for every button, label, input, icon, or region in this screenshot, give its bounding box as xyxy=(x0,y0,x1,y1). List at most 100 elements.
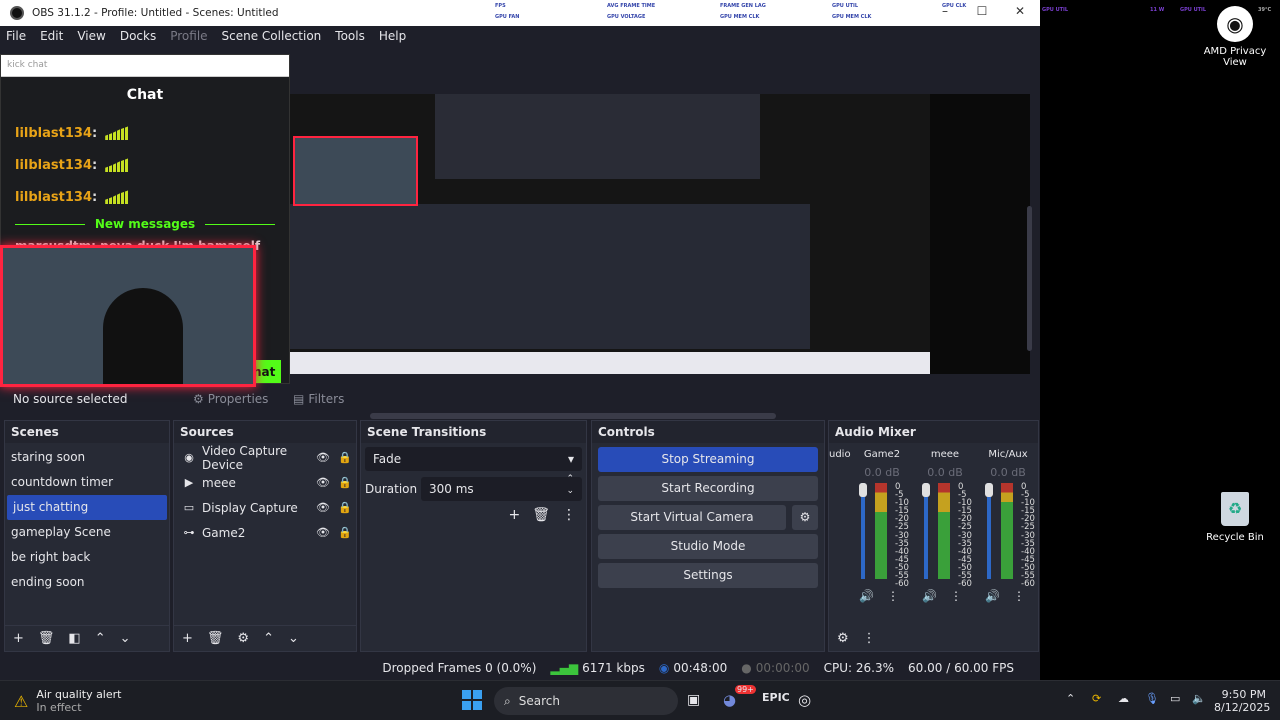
properties-button[interactable]: ⚙ Properties xyxy=(193,392,283,406)
new-messages-divider[interactable]: New messages xyxy=(1,213,289,235)
eye-icon[interactable]: 👁 xyxy=(312,476,334,489)
sources-toolbar: + 🗑 ⚙ ⌃ ⌄ xyxy=(174,625,356,651)
menu-scene-collection[interactable]: Scene Collection xyxy=(222,29,322,43)
signal-icon: ▂▄▆ xyxy=(550,660,579,675)
more-options-icon[interactable]: ⋮ xyxy=(863,631,876,646)
move-up-icon[interactable]: ⌃ xyxy=(263,631,274,646)
more-options-icon[interactable]: ⋮ xyxy=(950,589,962,603)
remove-source-icon[interactable]: 🗑 xyxy=(207,631,224,646)
menu-help[interactable]: Help xyxy=(379,29,406,43)
taskbar-search[interactable]: ⌕ Search xyxy=(494,687,678,715)
move-down-icon[interactable]: ⌄ xyxy=(120,631,131,646)
more-options-icon[interactable]: ⋮ xyxy=(562,507,576,523)
cloud-icon[interactable]: ☁ xyxy=(1118,692,1129,705)
menu-profile[interactable]: Profile xyxy=(170,29,207,43)
source-properties-icon[interactable]: ⚙ xyxy=(237,631,249,646)
more-options-icon[interactable]: ⋮ xyxy=(1013,589,1025,603)
start-button-icon[interactable] xyxy=(462,690,482,710)
vertical-scrollbar[interactable] xyxy=(1027,206,1032,351)
chat-username[interactable]: lilblast134 xyxy=(15,190,92,205)
menu-view[interactable]: View xyxy=(77,29,105,43)
sync-icon[interactable]: ⟳ xyxy=(1092,692,1101,705)
volume-knob[interactable] xyxy=(922,483,930,497)
amd-privacy-view-shortcut[interactable]: ◉ AMD Privacy View xyxy=(1200,6,1270,68)
filters-button[interactable]: ▤ Filters xyxy=(293,392,344,406)
start-virtual-camera-button[interactable]: Start Virtual Camera xyxy=(598,505,786,530)
source-label: meee xyxy=(202,475,236,490)
chevron-up-icon[interactable]: ⌃ xyxy=(1066,692,1075,705)
task-view-icon[interactable]: ▣ xyxy=(687,692,700,708)
chat-input[interactable]: kick chat xyxy=(1,55,289,77)
volume-icon[interactable]: 🔈 xyxy=(1192,692,1206,705)
more-options-icon[interactable]: ⋮ xyxy=(887,589,899,603)
scene-item[interactable]: ending soon xyxy=(5,570,169,595)
weather-widget[interactable]: ⚠ Air quality alert In effect xyxy=(14,688,121,714)
lock-icon[interactable]: 🔒 xyxy=(334,451,356,464)
scene-item[interactable]: countdown timer xyxy=(5,470,169,495)
source-item[interactable]: ▭ Display Capture 👁 🔒 xyxy=(174,495,356,520)
scene-filters-icon[interactable]: ◧ xyxy=(68,631,80,646)
volume-knob[interactable] xyxy=(859,483,867,497)
close-button[interactable]: ✕ xyxy=(1010,4,1030,18)
start-recording-button[interactable]: Start Recording xyxy=(598,476,818,501)
volume-knob[interactable] xyxy=(985,483,993,497)
speaker-icon[interactable]: 🔊 xyxy=(922,589,937,603)
virtual-camera-settings-icon[interactable]: ⚙ xyxy=(792,505,818,530)
eye-icon[interactable]: 👁 xyxy=(312,451,334,464)
lock-icon[interactable]: 🔒 xyxy=(334,476,356,489)
eye-icon[interactable]: 👁 xyxy=(312,501,334,514)
discord-icon[interactable]: ◕ xyxy=(723,691,736,709)
move-up-icon[interactable]: ⌃ xyxy=(95,631,106,646)
move-down-icon[interactable]: ⌄ xyxy=(288,631,299,646)
remove-scene-icon[interactable]: 🗑 xyxy=(38,631,55,646)
scenes-panel: Scenes staring soon countdown timer just… xyxy=(4,420,170,652)
minimize-button[interactable]: – xyxy=(935,4,955,18)
add-scene-icon[interactable]: + xyxy=(13,631,24,646)
chat-send-button[interactable]: hat xyxy=(253,360,281,383)
menu-edit[interactable]: Edit xyxy=(40,29,63,43)
scene-item[interactable]: staring soon xyxy=(5,445,169,470)
duration-spinbox[interactable]: 300 ms ⌃ ⌄ xyxy=(421,474,582,501)
scene-item[interactable]: gameplay Scene xyxy=(5,520,169,545)
maximize-button[interactable]: ☐ xyxy=(972,4,992,18)
lock-icon[interactable]: 🔒 xyxy=(334,501,356,514)
scene-item[interactable]: be right back xyxy=(5,545,169,570)
speaker-icon[interactable]: 🔊 xyxy=(985,589,1000,603)
network-icon[interactable]: ▭ xyxy=(1170,692,1180,705)
settings-button[interactable]: Settings xyxy=(598,563,818,588)
chat-username[interactable]: lilblast134 xyxy=(15,126,92,141)
horizontal-scrollbar[interactable] xyxy=(370,413,776,419)
menu-docks[interactable]: Docks xyxy=(120,29,156,43)
speaker-icon[interactable]: 🔊 xyxy=(859,589,874,603)
scene-item-selected[interactable]: just chatting xyxy=(7,495,167,520)
advanced-audio-icon[interactable]: ⚙ xyxy=(837,631,849,646)
obs-window: OBS 31.1.2 - Profile: Untitled - Scenes:… xyxy=(0,0,1040,680)
add-transition-icon[interactable]: + xyxy=(508,507,520,523)
recycle-bin-shortcut[interactable]: ♻ Recycle Bin xyxy=(1200,492,1270,543)
microphone-icon[interactable]: 🎙 xyxy=(1145,692,1159,705)
spin-arrows-icon[interactable]: ⌃ ⌄ xyxy=(566,473,574,497)
source-item[interactable]: ◉ Video Capture Device 👁 🔒 xyxy=(174,444,356,472)
db-scale: 0 -5 -10 -15 -20 -25 -30 -35 -40 -45 -50 -55 -60 xyxy=(1021,482,1035,590)
scenes-title: Scenes xyxy=(5,421,169,443)
chat-username[interactable]: lilblast134 xyxy=(15,158,92,173)
eye-icon[interactable]: 👁 xyxy=(312,526,334,539)
obs-taskbar-icon[interactable]: ◎ xyxy=(798,691,811,709)
menu-file[interactable]: File xyxy=(6,29,26,43)
lock-icon[interactable]: 🔒 xyxy=(334,526,356,539)
source-item[interactable]: ⊶ Game2 👁 🔒 xyxy=(174,520,356,545)
clock[interactable]: 9:50 PM 8/12/2025 xyxy=(1214,688,1270,714)
volume-slider[interactable] xyxy=(861,483,865,579)
preview-canvas[interactable] xyxy=(290,94,1030,374)
stop-streaming-button[interactable]: Stop Streaming xyxy=(598,447,818,472)
source-item[interactable]: ▶ meee 👁 🔒 xyxy=(174,470,356,495)
menu-tools[interactable]: Tools xyxy=(335,29,365,43)
studio-mode-button[interactable]: Studio Mode xyxy=(598,534,818,559)
transition-select[interactable]: Fade ▾ xyxy=(365,447,582,471)
volume-slider[interactable] xyxy=(987,483,991,579)
epic-games-icon[interactable]: EPIC xyxy=(762,691,790,704)
volume-slider[interactable] xyxy=(924,483,928,579)
transitions-panel: Scene Transitions Fade ▾ Duration 300 ms ⌃… xyxy=(360,420,587,652)
remove-transition-icon[interactable]: 🗑 xyxy=(532,507,550,523)
add-source-icon[interactable]: + xyxy=(182,631,193,646)
